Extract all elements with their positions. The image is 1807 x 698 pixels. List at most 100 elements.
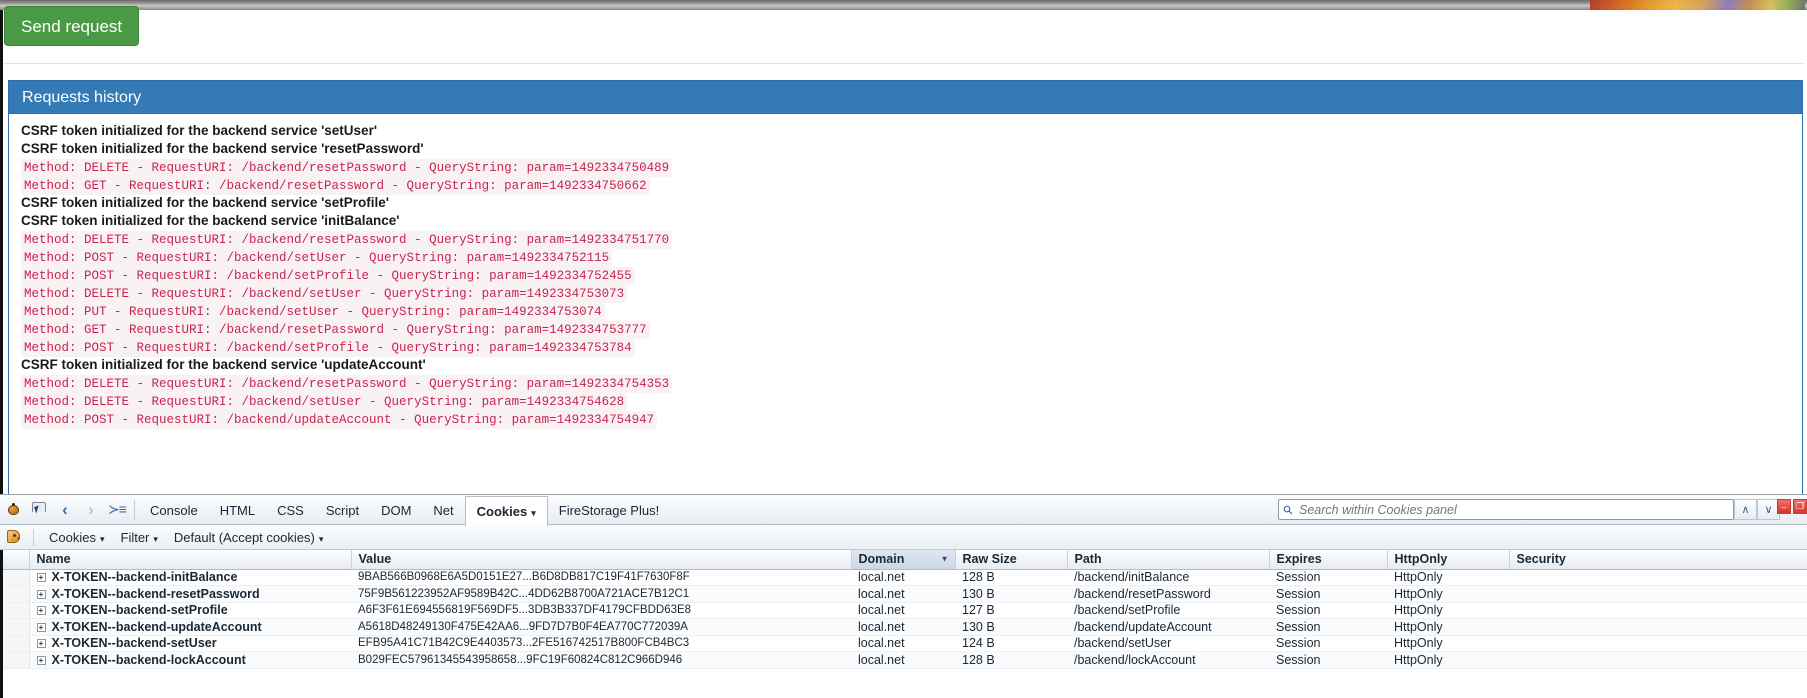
expand-row-icon[interactable]: + xyxy=(36,573,46,583)
log-request-text: Method: POST - RequestURI: /backend/upda… xyxy=(21,411,658,429)
cookie-httponly-cell: HttpOnly xyxy=(1387,602,1509,619)
tab-label: CSS xyxy=(277,502,304,518)
cookies-table: Name Value Domain ▼ Raw Size Path Expires HttpO… xyxy=(3,550,1807,669)
expand-row-icon[interactable]: + xyxy=(36,589,46,599)
log-request-text: Method: DELETE - RequestURI: /backend/se… xyxy=(21,285,628,303)
tab-css[interactable]: CSS xyxy=(266,496,315,525)
cookie-expires-cell: Session xyxy=(1269,635,1387,652)
subtoolbar-label: Filter xyxy=(120,529,150,545)
log-request-text: Method: GET - RequestURI: /backend/reset… xyxy=(21,321,650,339)
cookie-name-label: X-TOKEN--backend-updateAccount xyxy=(51,619,262,634)
content-divider xyxy=(4,63,1804,64)
tab-html[interactable]: HTML xyxy=(209,496,266,525)
cookie-domain-cell: local.net xyxy=(851,635,955,652)
log-line-csrf: CSRF token initialized for the backend s… xyxy=(21,195,390,210)
row-gutter xyxy=(3,569,30,586)
search-icon: ⚲ xyxy=(1279,501,1297,518)
tab-firestorage-plus[interactable]: FireStorage Plus! xyxy=(548,496,670,525)
panel-list-button[interactable]: ≻≡ xyxy=(104,497,130,523)
cookie-path-cell: /backend/initBalance xyxy=(1067,569,1269,586)
cookies-table-body: + X-TOKEN--backend-initBalance 9BAB566B096… xyxy=(3,569,1807,669)
table-row[interactable]: + X-TOKEN--backend-setProfile A6F3F61E6945… xyxy=(3,602,1807,619)
column-header-httponly[interactable]: HttpOnly xyxy=(1387,550,1510,570)
search-box[interactable]: ⚲ xyxy=(1278,499,1734,520)
cookie-security-cell xyxy=(1509,602,1807,619)
tab-label: Net xyxy=(433,502,454,518)
row-gutter xyxy=(3,635,30,652)
table-row[interactable]: + X-TOKEN--backend-initBalance 9BAB566B096… xyxy=(3,569,1807,586)
log-line-request: Method: DELETE - RequestURI: /backend/re… xyxy=(9,230,1802,249)
forward-button[interactable]: › xyxy=(78,497,104,523)
subtoolbar-filter[interactable]: Filter ▾ xyxy=(113,530,166,545)
column-header-value[interactable]: Value xyxy=(351,550,852,570)
chevron-left-icon: ‹ xyxy=(62,499,68,519)
tab-cookies[interactable]: Cookies ▾ xyxy=(464,495,548,526)
log-line-request: Method: DELETE - RequestURI: /backend/re… xyxy=(9,158,1802,177)
log-line-request: Method: POST - RequestURI: /backend/upda… xyxy=(9,410,1802,429)
requests-history-log: CSRF token initialized for the backend s… xyxy=(9,114,1802,494)
cookie-name-cell: + X-TOKEN--backend-setProfile xyxy=(29,602,351,619)
cookies-subtoolbar: Cookies ▾ Filter ▾ Default (Accept cookies) ▾ xyxy=(0,525,1807,550)
search-prev-button[interactable]: ∧ xyxy=(1734,499,1757,520)
table-row[interactable]: + X-TOKEN--backend-lockAccount B029FEC5796… xyxy=(3,651,1807,669)
cookie-expires-cell: Session xyxy=(1269,569,1387,586)
log-request-text: Method: POST - RequestURI: /backend/setU… xyxy=(21,249,613,267)
expand-row-icon[interactable]: + xyxy=(36,606,46,616)
firebug-logo-icon[interactable] xyxy=(0,497,26,523)
subtoolbar-label: Cookies xyxy=(49,529,96,545)
column-header-raw-size[interactable]: Raw Size xyxy=(955,550,1068,570)
tab-console[interactable]: Console xyxy=(139,496,209,525)
minimize-button[interactable]: – xyxy=(1777,499,1791,514)
cookie-expires-cell: Session xyxy=(1269,602,1387,619)
log-line-request: Method: GET - RequestURI: /backend/reset… xyxy=(9,320,1802,339)
cookie-value-cell: B029FEC57961345543958658...9FC19F60824C8… xyxy=(351,651,851,669)
cookie-security-cell xyxy=(1509,569,1807,586)
cookie-domain-cell: local.net xyxy=(851,585,955,603)
chevron-down-icon: ▾ xyxy=(531,507,536,518)
column-header-expires[interactable]: Expires xyxy=(1269,550,1388,570)
web-page-content: Send request Requests history CSRF token… xyxy=(0,0,1807,494)
cookie-httponly-cell: HttpOnly xyxy=(1387,585,1509,603)
log-line-request: Method: PUT - RequestURI: /backend/setUs… xyxy=(9,302,1802,321)
table-row[interactable]: + X-TOKEN--backend-updateAccount A5618D482… xyxy=(3,618,1807,636)
log-line-request: Method: POST - RequestURI: /backend/setU… xyxy=(9,248,1802,267)
cookie-raw-size-cell: 124 B xyxy=(955,635,1067,652)
table-row[interactable]: + X-TOKEN--backend-resetPassword 75F9B5612… xyxy=(3,585,1807,603)
send-request-button[interactable]: Send request xyxy=(4,6,140,46)
search-nav-group: ∧ ∨ xyxy=(1734,499,1780,520)
log-line-csrf: CSRF token initialized for the backend s… xyxy=(21,357,426,372)
column-header-label: Domain xyxy=(858,552,905,567)
column-header-domain[interactable]: Domain ▼ xyxy=(851,550,956,570)
tab-script[interactable]: Script xyxy=(315,496,370,525)
expand-row-icon[interactable]: + xyxy=(36,655,46,665)
screen-root: Send request Requests history CSRF token… xyxy=(0,0,1807,698)
search-input[interactable] xyxy=(1297,501,1733,518)
cookie-expires-cell: Session xyxy=(1269,651,1387,669)
list-icon: ≻≡ xyxy=(108,501,127,517)
tab-net[interactable]: Net xyxy=(422,496,464,525)
cookie-security-cell xyxy=(1509,635,1807,652)
cookie-name-label: X-TOKEN--backend-lockAccount xyxy=(51,652,246,667)
row-gutter xyxy=(3,618,30,636)
decorative-image-strip xyxy=(1590,0,1805,10)
tab-dom[interactable]: DOM xyxy=(370,496,422,525)
subtoolbar-default-accept-cookies[interactable]: Default (Accept cookies) ▾ xyxy=(166,530,331,545)
subtoolbar-cookies[interactable]: Cookies ▾ xyxy=(41,530,113,545)
column-header-security[interactable]: Security xyxy=(1509,550,1807,570)
inspect-element-icon[interactable] xyxy=(26,497,52,523)
back-button[interactable]: ‹ xyxy=(52,497,78,523)
cookies-table-scroll[interactable]: Name Value Domain ▼ Raw Size Path Expires HttpO… xyxy=(0,550,1807,698)
gutter-header xyxy=(3,550,30,570)
column-header-label: Security xyxy=(1516,552,1566,567)
expand-row-icon[interactable]: + xyxy=(36,639,46,649)
detach-button[interactable]: ❐ xyxy=(1793,499,1807,514)
table-row[interactable]: + X-TOKEN--backend-setUser EFB95A41C71B42C… xyxy=(3,635,1807,652)
column-header-label: Name xyxy=(36,552,71,567)
log-request-text: Method: DELETE - RequestURI: /backend/re… xyxy=(21,231,673,249)
log-line-request: Method: POST - RequestURI: /backend/setP… xyxy=(9,338,1802,357)
cookie-value-cell: 9BAB566B0968E6A5D0151E27...B6D8DB817C19F… xyxy=(351,569,851,586)
toolbar-separator xyxy=(134,499,135,520)
column-header-path[interactable]: Path xyxy=(1067,550,1270,570)
expand-row-icon[interactable]: + xyxy=(36,622,46,632)
column-header-name[interactable]: Name xyxy=(29,550,352,570)
